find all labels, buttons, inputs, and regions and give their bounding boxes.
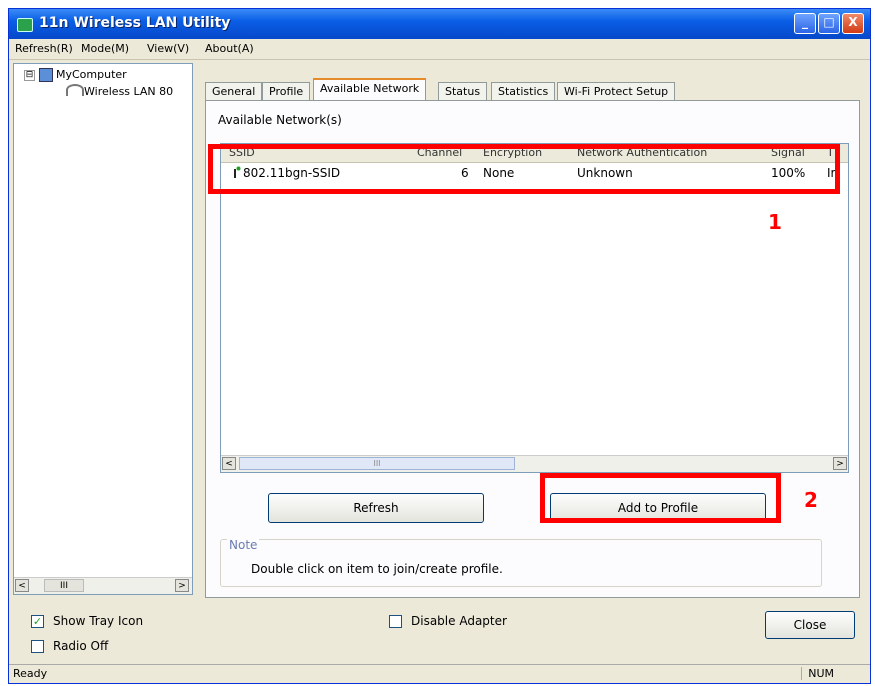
list-scroll-thumb[interactable]: III: [239, 457, 515, 470]
menu-refresh[interactable]: Refresh(R): [15, 42, 73, 55]
annotation-1: 1: [768, 210, 782, 234]
tree-item-mycomputer[interactable]: MyComputer: [56, 68, 127, 81]
note-group: Note Double click on item to join/create…: [220, 538, 822, 587]
disable-adapter-checkbox[interactable]: [389, 615, 402, 628]
tree-scroll-thumb[interactable]: III: [44, 579, 84, 592]
num-lock-indicator: NUM: [801, 667, 834, 680]
tree-item-wireless-lan[interactable]: Wireless LAN 80: [84, 85, 173, 98]
list-scroll-left-button[interactable]: <: [222, 457, 236, 470]
menu-bar: Refresh(R) Mode(M) View(V) About(A): [9, 39, 870, 60]
status-bar: Ready NUM: [9, 664, 870, 683]
tab-available-network[interactable]: Available Network: [313, 78, 427, 100]
tab-statistics[interactable]: Statistics: [491, 82, 556, 100]
tree-scroll-right-button[interactable]: >: [175, 579, 189, 592]
list-scroll-right-button[interactable]: >: [833, 457, 847, 470]
tree-scroll-left-button[interactable]: <: [15, 579, 29, 592]
close-window-button[interactable]: X: [842, 13, 864, 34]
menu-about[interactable]: About(A): [205, 42, 254, 55]
menu-mode[interactable]: Mode(M): [81, 42, 129, 55]
annotation-2: 2: [804, 488, 818, 512]
tab-wifi-protect-setup[interactable]: Wi-Fi Protect Setup: [557, 82, 676, 100]
app-icon: [17, 18, 33, 32]
close-button[interactable]: Close: [765, 611, 855, 639]
list-horizontal-scrollbar[interactable]: < III >: [221, 455, 848, 472]
maximize-button[interactable]: □: [818, 13, 840, 34]
close-icon: X: [848, 15, 858, 29]
menu-view[interactable]: View(V): [147, 42, 189, 55]
tree-expander[interactable]: ⊟: [24, 70, 35, 81]
tab-status[interactable]: Status: [438, 82, 488, 100]
minimize-icon: _: [802, 15, 808, 29]
maximize-icon: □: [823, 15, 835, 29]
status-text: Ready: [13, 667, 48, 680]
radio-off-checkbox[interactable]: [31, 640, 44, 653]
wireless-adapter-icon: [66, 84, 84, 96]
show-tray-icon-checkbox[interactable]: ✓: [31, 615, 44, 628]
disable-adapter-label: Disable Adapter: [411, 614, 507, 628]
computer-icon: [39, 68, 53, 82]
app-window: 11n Wireless LAN Utility _ □ X Refresh(R…: [8, 8, 871, 684]
tree-horizontal-scrollbar[interactable]: < III >: [14, 577, 192, 594]
available-networks-label: Available Network(s): [218, 113, 342, 127]
highlight-box-add-profile: [540, 473, 781, 523]
device-tree: ⊟ MyComputer Wireless LAN 80 < III >: [13, 63, 193, 595]
highlight-box-network: [208, 144, 840, 194]
window-title: 11n Wireless LAN Utility: [39, 15, 231, 31]
minimize-button[interactable]: _: [794, 13, 816, 34]
refresh-button[interactable]: Refresh: [268, 493, 484, 523]
note-label: Note: [227, 538, 260, 552]
tab-general[interactable]: General: [205, 82, 263, 100]
show-tray-icon-label: Show Tray Icon: [53, 614, 144, 628]
note-text: Double click on item to join/create prof…: [251, 562, 503, 576]
radio-off-label: Radio Off: [53, 639, 109, 653]
title-bar[interactable]: 11n Wireless LAN Utility _ □ X: [9, 9, 870, 39]
tab-profile[interactable]: Profile: [262, 82, 311, 100]
